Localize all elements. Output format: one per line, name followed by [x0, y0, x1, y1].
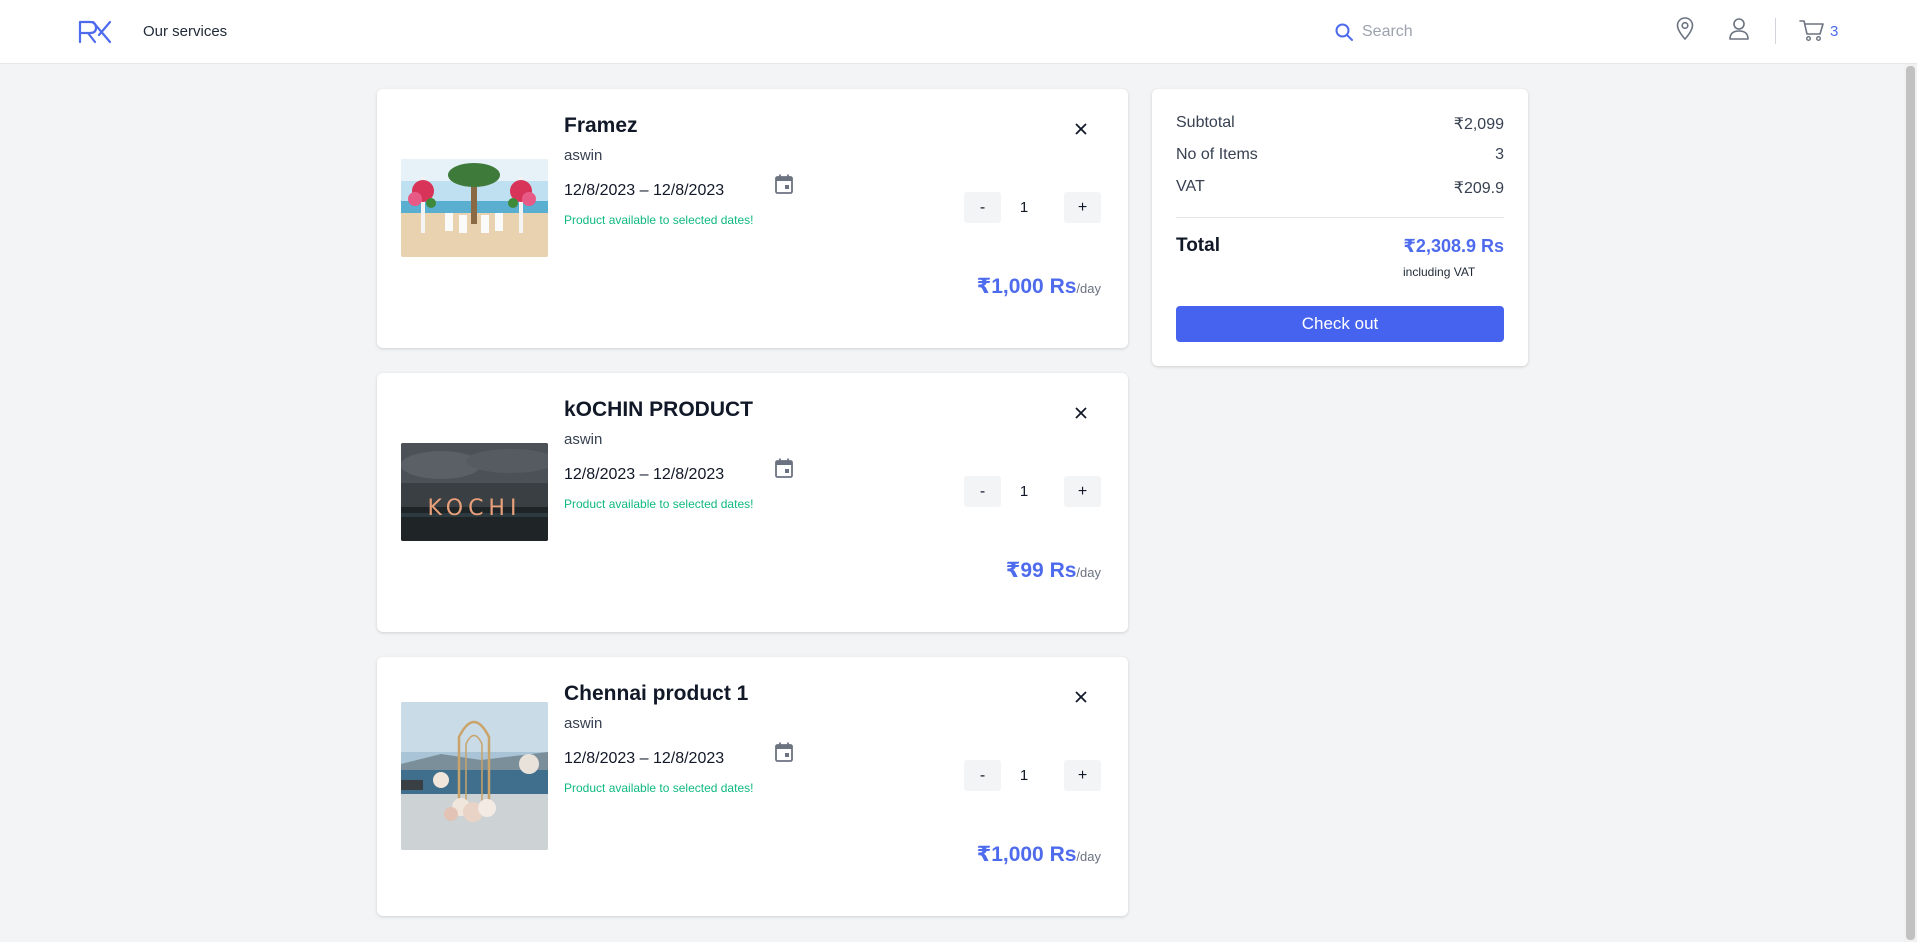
quantity-value: 1	[1019, 767, 1029, 784]
close-icon[interactable]	[1071, 687, 1091, 707]
date-range: 12/8/2023 – 12/8/2023	[564, 750, 725, 767]
cart-count-badge[interactable]: 3	[1830, 23, 1838, 40]
summary-divider	[1176, 217, 1504, 218]
location-pin-icon[interactable]	[1673, 16, 1697, 42]
item-price: ₹99 Rs/day	[1006, 558, 1101, 583]
item-count-row: No of Items 3	[1176, 146, 1504, 164]
rx-logo[interactable]	[78, 19, 112, 45]
calendar-icon[interactable]	[773, 173, 795, 195]
subtotal-row: Subtotal ₹2,099	[1176, 114, 1504, 134]
price-amount: ₹1,000 Rs	[976, 843, 1077, 866]
item-count-label: No of Items	[1176, 146, 1258, 163]
vat-label: VAT	[1176, 178, 1205, 195]
price-amount: ₹1,000 Rs	[976, 275, 1077, 298]
cart-item-card: KOCHI kOCHIN PRODUCT aswin 12/8/2023 – 1…	[377, 373, 1128, 632]
product-image[interactable]	[401, 702, 548, 850]
seller-name: aswin	[564, 147, 603, 164]
close-icon[interactable]	[1071, 119, 1091, 139]
cart-item-card: Framez aswin 12/8/2023 – 12/8/2023 Produ…	[377, 89, 1128, 348]
availability-status: Product available to selected dates!	[564, 497, 754, 511]
calendar-icon[interactable]	[773, 741, 795, 763]
checkout-button[interactable]: Check out	[1176, 306, 1504, 342]
product-image[interactable]: KOCHI	[401, 443, 548, 541]
product-name[interactable]: Chennai product 1	[564, 682, 748, 706]
seller-name: aswin	[564, 431, 603, 448]
total-label: Total	[1176, 235, 1220, 256]
cart-icon[interactable]	[1799, 18, 1825, 42]
quantity-decrement-button[interactable]: -	[964, 760, 1001, 791]
price-unit: /day	[1076, 849, 1101, 864]
vat-note: including VAT	[1403, 265, 1476, 279]
seller-name: aswin	[564, 715, 603, 732]
date-range: 12/8/2023 – 12/8/2023	[564, 182, 725, 199]
product-image[interactable]	[401, 159, 548, 257]
user-icon[interactable]	[1727, 16, 1751, 42]
scrollbar-thumb[interactable]	[1906, 66, 1915, 940]
item-count-value: 3	[1495, 146, 1504, 163]
quantity-value: 1	[1019, 483, 1029, 500]
product-name[interactable]: Framez	[564, 114, 638, 138]
availability-status: Product available to selected dates!	[564, 213, 754, 227]
vat-row: VAT ₹209.9	[1176, 178, 1504, 198]
availability-status: Product available to selected dates!	[564, 781, 754, 795]
header-divider	[1775, 18, 1776, 44]
quantity-value: 1	[1019, 199, 1029, 216]
cart-item-card: Chennai product 1 aswin 12/8/2023 – 12/8…	[377, 657, 1128, 916]
search-input[interactable]	[1362, 17, 1622, 47]
subtotal-label: Subtotal	[1176, 114, 1235, 131]
date-range: 12/8/2023 – 12/8/2023	[564, 466, 725, 483]
subtotal-value: ₹2,099	[1453, 116, 1504, 133]
calendar-icon[interactable]	[773, 457, 795, 479]
quantity-decrement-button[interactable]: -	[964, 476, 1001, 507]
price-unit: /day	[1076, 281, 1101, 296]
total-value: ₹2,308.9 Rs	[1403, 236, 1504, 256]
quantity-increment-button[interactable]: +	[1064, 192, 1101, 223]
nav-our-services[interactable]: Our services	[143, 23, 227, 40]
price-unit: /day	[1076, 565, 1101, 580]
top-header: Our services 3	[0, 0, 1917, 64]
close-icon[interactable]	[1071, 403, 1091, 423]
quantity-increment-button[interactable]: +	[1064, 760, 1101, 791]
quantity-decrement-button[interactable]: -	[964, 192, 1001, 223]
quantity-increment-button[interactable]: +	[1064, 476, 1101, 507]
search-icon[interactable]	[1334, 22, 1354, 42]
item-price: ₹1,000 Rs/day	[977, 842, 1101, 867]
product-name[interactable]: kOCHIN PRODUCT	[564, 398, 753, 422]
item-price: ₹1,000 Rs/day	[977, 274, 1101, 299]
price-amount: ₹99 Rs	[1005, 559, 1077, 582]
vat-value: ₹209.9	[1453, 180, 1504, 197]
svg-text:KOCHI: KOCHI	[428, 496, 522, 521]
order-summary: Subtotal ₹2,099 No of Items 3 VAT ₹209.9…	[1152, 89, 1528, 366]
